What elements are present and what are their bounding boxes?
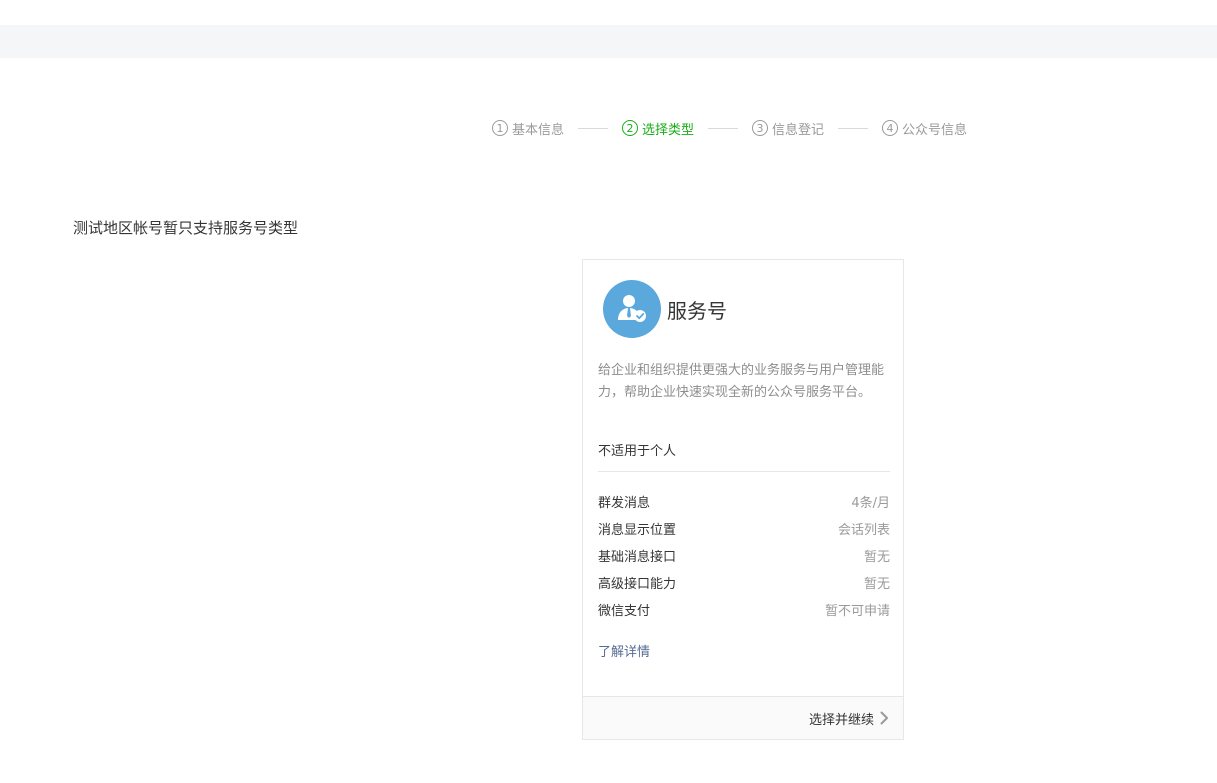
step-4: 4 公众号信息 — [882, 119, 967, 138]
step-number: 4 — [882, 120, 899, 136]
feature-label: 群发消息 — [598, 496, 651, 511]
step-number: 1 — [492, 120, 508, 136]
feature-row: 基础消息接口 暂无 — [598, 547, 890, 574]
region-notice: 测试地区帐号暂只支持服务号类型 — [73, 219, 299, 237]
step-label: 基本信息 — [512, 122, 565, 138]
card-footer: 选择并继续 — [583, 696, 903, 739]
card-title: 服务号 — [667, 298, 727, 323]
step-2: 2 选择类型 — [622, 119, 694, 138]
service-account-icon — [603, 280, 661, 338]
feature-label: 基础消息接口 — [598, 550, 677, 565]
feature-value: 暂无 — [863, 550, 890, 565]
card-header: 服务号 — [603, 280, 727, 338]
step-connector — [708, 127, 739, 129]
step-number: 3 — [752, 120, 769, 136]
feature-list: 群发消息 4条/月 消息显示位置 会话列表 基础消息接口 暂无 高级接口能力 暂… — [598, 493, 890, 628]
divider — [598, 471, 890, 472]
feature-label: 消息显示位置 — [598, 523, 677, 538]
step-label: 信息登记 — [772, 122, 825, 138]
step-1: 1 基本信息 — [492, 119, 564, 138]
feature-row: 微信支付 暂不可申请 — [598, 601, 890, 628]
feature-row: 群发消息 4条/月 — [598, 493, 890, 520]
feature-row: 消息显示位置 会话列表 — [598, 520, 890, 547]
service-account-card[interactable]: 服务号 给企业和组织提供更强大的业务服务与用户管理能力，帮助企业快速实现全新的公… — [582, 259, 904, 740]
feature-value: 暂不可申请 — [824, 604, 890, 619]
step-indicator: 1 基本信息 2 选择类型 3 信息登记 4 公众号信息 — [492, 117, 967, 139]
step-3: 3 信息登记 — [752, 119, 824, 138]
continue-label: 选择并继续 — [808, 712, 874, 728]
step-label: 选择类型 — [642, 122, 695, 138]
select-and-continue-button[interactable]: 选择并继续 — [809, 697, 889, 739]
feature-value: 会话列表 — [837, 523, 890, 538]
step-number: 2 — [622, 120, 639, 136]
step-connector — [838, 127, 869, 129]
top-band — [0, 25, 1217, 58]
feature-row: 高级接口能力 暂无 — [598, 574, 890, 601]
feature-value: 暂无 — [863, 577, 890, 592]
feature-label: 高级接口能力 — [598, 577, 677, 592]
feature-label: 微信支付 — [598, 604, 651, 619]
learn-more-link[interactable]: 了解详情 — [598, 641, 650, 660]
card-description: 给企业和组织提供更强大的业务服务与用户管理能力，帮助企业快速实现全新的公众号服务… — [598, 363, 885, 400]
step-label: 公众号信息 — [902, 122, 968, 138]
chevron-right-icon — [880, 711, 889, 725]
step-connector — [578, 127, 609, 129]
not-for-individuals-note: 不适用于个人 — [598, 444, 677, 459]
feature-value: 4条/月 — [851, 496, 890, 511]
